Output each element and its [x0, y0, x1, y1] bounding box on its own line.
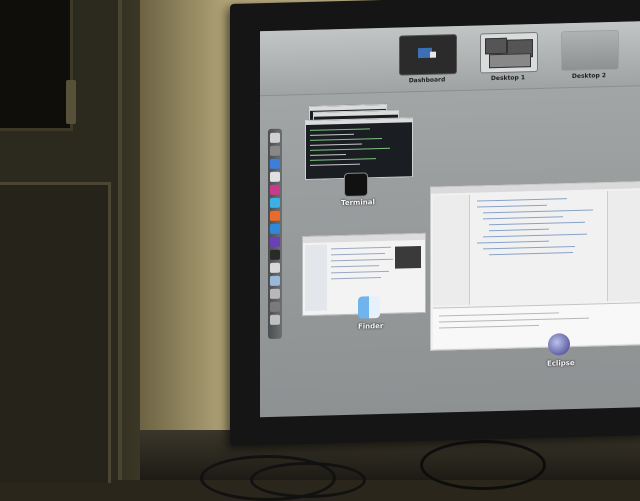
app-dock-icon[interactable] — [270, 301, 280, 312]
dock — [268, 128, 282, 340]
group-label-eclipse: Eclipse — [547, 358, 575, 368]
mission-control-screen: Dashboard Desktop 1 Desktop 2 Terminal F… — [260, 20, 640, 418]
app-dock-icon[interactable] — [270, 262, 280, 273]
eclipse-window[interactable] — [430, 180, 640, 351]
door-window — [0, 0, 73, 131]
space-dashboard[interactable] — [399, 34, 457, 76]
terminal-group[interactable]: Terminal — [305, 103, 415, 208]
app-dock-icon[interactable] — [270, 171, 280, 182]
space-desktop-2[interactable] — [561, 29, 619, 72]
space-label-desktop-2: Desktop 2 — [571, 72, 607, 81]
cable — [250, 462, 366, 498]
finder-icon — [358, 296, 380, 319]
space-label-desktop-1: Desktop 1 — [490, 74, 526, 83]
app-dock-icon[interactable] — [270, 223, 280, 234]
mini-window — [489, 53, 531, 69]
terminal-window[interactable] — [305, 117, 413, 181]
app-dock-icon[interactable] — [270, 236, 280, 247]
space-desktop-1[interactable] — [480, 31, 538, 74]
cable — [420, 440, 546, 490]
app-dock-icon[interactable] — [270, 184, 280, 195]
trash-dock-icon[interactable] — [270, 314, 280, 325]
group-label-terminal: Terminal — [341, 198, 375, 208]
terminal-icon — [344, 172, 368, 198]
app-dock-icon[interactable] — [270, 210, 280, 221]
dashboard-widget — [430, 51, 436, 58]
safari-dock-icon[interactable] — [270, 158, 280, 169]
group-label-finder: Finder — [358, 321, 384, 331]
finder-group[interactable]: Finder — [302, 232, 426, 332]
app-dock-icon[interactable] — [270, 197, 280, 208]
mini-window — [485, 37, 507, 55]
finder-dock-icon[interactable] — [270, 132, 280, 143]
terminal-dock-icon[interactable] — [270, 249, 280, 260]
spaces-bar: Dashboard Desktop 1 Desktop 2 — [260, 20, 640, 97]
space-label-dashboard: Dashboard — [408, 76, 446, 85]
app-dock-icon[interactable] — [270, 288, 280, 299]
app-dock-icon[interactable] — [270, 275, 280, 286]
door-panel — [0, 182, 111, 483]
door-hinge — [66, 80, 76, 124]
eclipse-icon — [548, 333, 570, 356]
monitor: Dashboard Desktop 1 Desktop 2 Terminal F… — [230, 0, 640, 446]
app-dock-icon[interactable] — [270, 145, 280, 156]
eclipse-group[interactable]: Eclipse — [430, 180, 640, 377]
door — [0, 0, 122, 483]
